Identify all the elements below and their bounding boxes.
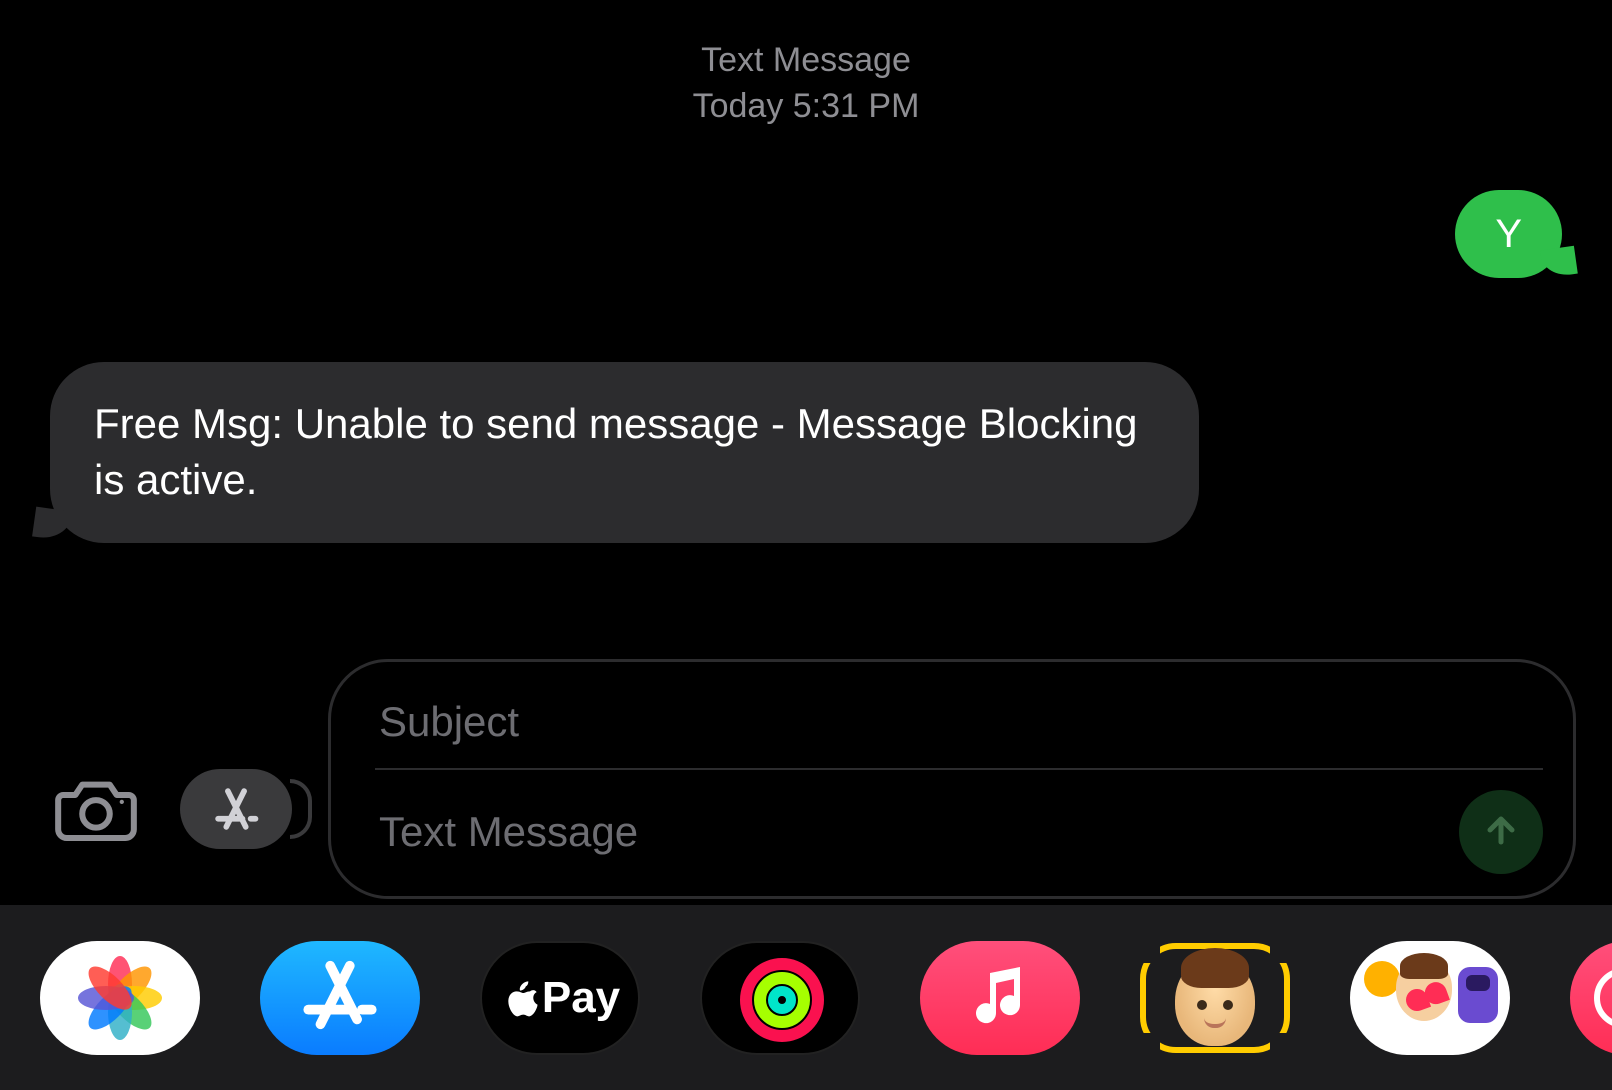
incoming-message-text: Free Msg: Unable to send message - Messa… [94,400,1138,504]
compose-side-buttons [46,769,296,899]
animoji-face-icon [1175,950,1255,1046]
message-body-input[interactable] [375,798,1447,866]
compose-bar [0,615,1612,905]
tray-memoji-stickers-app[interactable] [1350,941,1510,1055]
music-note-icon [968,963,1032,1032]
imessage-app-tray[interactable]: Pay [0,905,1612,1090]
outgoing-message-bubble[interactable]: Y [1455,190,1562,278]
message-timestamp: Today 5:31 PM [50,84,1562,130]
tray-photos-app[interactable] [40,941,200,1055]
message-type-label: Text Message [50,38,1562,84]
apple-pay-label: Pay [542,973,620,1023]
imessage-apps-button[interactable] [176,769,296,849]
compose-field[interactable] [328,659,1576,899]
apps-drawer-edge-icon [290,779,312,839]
tray-apple-pay-app[interactable]: Pay [480,941,640,1055]
timestamp-header: Text Message Today 5:31 PM [50,38,1562,130]
camera-icon [53,771,139,848]
message-row-outgoing: Y [50,190,1562,278]
camera-button[interactable] [46,769,146,849]
tray-appstore-app[interactable] [260,941,420,1055]
arrow-up-icon [1481,810,1521,855]
tray-animoji-app[interactable] [1140,943,1290,1053]
tray-next-app-partial[interactable] [1570,941,1612,1055]
tray-activity-app[interactable] [700,941,860,1055]
tray-music-app[interactable] [920,941,1080,1055]
apple-pay-icon: Pay [500,973,620,1023]
message-row-incoming: Free Msg: Unable to send message - Messa… [50,338,1562,543]
app-store-icon [301,956,379,1039]
send-button[interactable] [1459,790,1543,874]
photos-icon [86,964,154,1032]
app-store-a-icon [180,769,292,849]
subject-input[interactable] [375,684,1543,770]
outgoing-message-text: Y [1495,212,1522,256]
incoming-message-bubble[interactable]: Free Msg: Unable to send message - Messa… [50,362,1199,543]
